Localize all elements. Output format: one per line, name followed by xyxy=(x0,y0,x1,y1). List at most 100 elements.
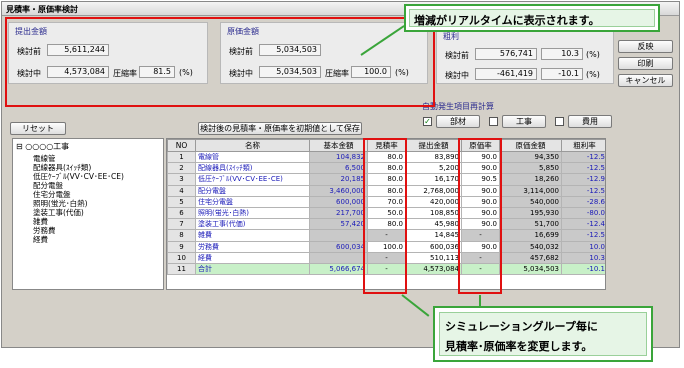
row-submit-amount: 14,845 xyxy=(405,229,462,242)
row-no: 6 xyxy=(167,206,196,220)
row-cost-rate[interactable]: - xyxy=(461,251,500,264)
row-submit-amount: 5,200 xyxy=(405,162,462,175)
table-row[interactable]: 9 労務費 600,034 100.0 600,036 90.0 540,032 10.0 xyxy=(167,240,605,253)
row-name: 塗装工事(代価) xyxy=(195,218,310,231)
row-cost-amount: 457,682 xyxy=(499,251,562,264)
table-row[interactable]: 7 塗装工事(代価) 57,420 80.0 45,980 90.0 51,700 -12.4 xyxy=(167,218,605,231)
row-cost-amount: 51,700 xyxy=(499,218,562,231)
row-est-rate[interactable]: 80.0 xyxy=(367,184,406,197)
recalc-material-button[interactable]: 部材 xyxy=(436,115,480,128)
row-base-amount: 217,700 xyxy=(309,206,368,220)
table-row[interactable]: 8 雑費 -14,845-16,699 -12.5 xyxy=(167,229,605,242)
row-est-rate[interactable]: - xyxy=(367,262,406,276)
submit-during-value: 4,573,084 xyxy=(47,66,109,78)
row-submit-amount: 16,170 xyxy=(405,173,462,186)
row-submit-amount: 600,036 xyxy=(405,240,462,253)
row-base-amount: 600,000 xyxy=(309,195,368,208)
submit-before-value: 5,611,244 xyxy=(47,44,109,56)
row-cost-rate[interactable]: 90.5 xyxy=(461,173,500,186)
row-est-rate[interactable]: 80.0 xyxy=(367,218,406,231)
profit-before-pct: 10.3 xyxy=(541,48,583,60)
row-est-rate[interactable]: 70.0 xyxy=(367,195,406,208)
row-no: 7 xyxy=(167,218,196,231)
recalc-expense-checkbox[interactable] xyxy=(555,117,564,126)
row-cost-rate[interactable]: 90.0 xyxy=(461,240,500,253)
print-button[interactable]: 印刷 xyxy=(618,57,673,70)
row-no: 8 xyxy=(167,229,196,242)
row-name: 合計 xyxy=(195,262,310,276)
save-initial-button[interactable]: 検討後の見積率・原価率を初期値として保存 xyxy=(198,122,362,135)
row-cost-rate[interactable]: - xyxy=(461,262,500,276)
table-row[interactable]: 10 経費 -510,113-457,682 10.3 xyxy=(167,251,605,264)
row-name: 配線器具(ｽｲｯﾁ類) xyxy=(195,162,310,175)
row-cost-rate[interactable]: 90.0 xyxy=(461,195,500,208)
row-cost-rate[interactable]: 90.0 xyxy=(461,184,500,197)
row-est-rate[interactable]: - xyxy=(367,229,406,242)
recalc-title: 自動発生項目再計算 xyxy=(422,102,494,111)
table-row[interactable]: 3 低圧ｹｰﾌﾞﾙ(VV･CV･EE･CE) 20,185 80.0 16,170 90.… xyxy=(167,173,605,186)
row-est-rate[interactable]: - xyxy=(367,251,406,264)
table-row[interactable]: 6 照明(蛍光･白熱) 217,700 50.0 108,850 90.0 195,930-… xyxy=(167,206,605,220)
top-callout-text: 増減がリアルタイムに表示されます。 xyxy=(414,14,600,27)
row-est-rate[interactable]: 80.0 xyxy=(367,173,406,186)
tree-collapse-icon[interactable]: ⊟ xyxy=(16,142,23,151)
row-name: 照明(蛍光･白熱) xyxy=(195,206,310,220)
row-est-rate[interactable]: 80.0 xyxy=(367,150,406,164)
tree-node[interactable]: 経費 xyxy=(33,234,48,245)
recalc-construction-button[interactable]: 工事 xyxy=(502,115,546,128)
row-est-rate[interactable]: 50.0 xyxy=(367,206,406,220)
profit-before-value: 576,741 xyxy=(475,48,537,60)
row-no: 4 xyxy=(167,184,196,197)
col-est-rate: 見積率 xyxy=(367,139,406,152)
table-row[interactable]: 5 住宅分電盤 600,000 70.0 420,000 90.0 540,000 -28.6 xyxy=(167,195,605,208)
recalc-expense-button[interactable]: 費用 xyxy=(568,115,612,128)
row-cost-rate[interactable]: 90.0 xyxy=(461,206,500,220)
apply-button[interactable]: 反映 xyxy=(618,40,673,53)
row-cost-rate[interactable]: 90.0 xyxy=(461,150,500,164)
row-est-rate[interactable]: 100.0 xyxy=(367,240,406,253)
col-cost: 原価金額 xyxy=(499,139,562,152)
row-name: 経費 xyxy=(195,251,310,264)
profit-during-unit: (%) xyxy=(586,70,600,79)
row-name: 電線管 xyxy=(195,150,310,164)
recalc-construction-checkbox[interactable] xyxy=(489,117,498,126)
row-cost-amount: 94,350 xyxy=(499,150,562,164)
row-base-amount xyxy=(309,229,368,242)
profit-during-pct: -10.1 xyxy=(541,68,583,80)
cost-during-label: 検討中 xyxy=(229,69,253,78)
group-tree[interactable]: ⊟ ○○○○工事 電線管 配線器具(ｽｲｯﾁ類) 低圧ｹｰﾌﾞﾙ(VV･CV･E… xyxy=(12,138,164,290)
col-no: NO xyxy=(167,139,196,152)
table-row[interactable]: 1 電線管 104,832 80.0 83,890 90.0 94,350 -12.5 xyxy=(167,150,605,164)
recalc-material-checkbox[interactable]: ✓ xyxy=(423,117,432,126)
row-name: 住宅分電盤 xyxy=(195,195,310,208)
row-cost-amount: 540,000 xyxy=(499,195,562,208)
row-est-rate[interactable]: 80.0 xyxy=(367,162,406,175)
submit-ratio-label: 圧縮率 xyxy=(113,69,137,78)
row-base-amount: 57,420 xyxy=(309,218,368,231)
tree-root[interactable]: ⊟ ○○○○工事 xyxy=(16,141,69,152)
table-row[interactable]: 2 配線器具(ｽｲｯﾁ類) 6,500 80.0 5,200 90.0 5,850 -12.5 xyxy=(167,162,605,175)
row-base-amount: 600,034 xyxy=(309,240,368,253)
row-cost-rate[interactable]: - xyxy=(461,229,500,242)
cost-ratio-unit: (%) xyxy=(395,68,409,77)
row-margin: -28.6 xyxy=(561,195,605,208)
top-callout: 増減がリアルタイムに表示されます。 xyxy=(404,4,660,32)
row-submit-amount: 108,850 xyxy=(405,206,462,220)
row-cost-amount: 16,699 xyxy=(499,229,562,242)
cancel-button[interactable]: キャンセル xyxy=(618,74,673,87)
row-cost-rate[interactable]: 90.0 xyxy=(461,218,500,231)
total-row[interactable]: 11 合計 5,066,674-4,573,084-5,034,503 -10.1 xyxy=(167,262,605,276)
bottom-callout-line2: 見積率･原価率を変更します。 xyxy=(445,340,593,353)
col-cost-rate: 原価率 xyxy=(461,139,500,152)
reset-button[interactable]: リセット xyxy=(10,122,66,135)
row-margin: -80.0 xyxy=(561,206,605,220)
row-cost-amount: 18,260 xyxy=(499,173,562,186)
row-margin: -12.5 xyxy=(561,162,605,175)
row-base-amount: 20,185 xyxy=(309,173,368,186)
row-cost-amount: 5,034,503 xyxy=(499,262,562,276)
submit-before-label: 検討前 xyxy=(17,47,41,56)
row-submit-amount: 4,573,084 xyxy=(405,262,462,276)
row-margin: -12.9 xyxy=(561,173,605,186)
row-cost-rate[interactable]: 90.0 xyxy=(461,162,500,175)
table-row[interactable]: 4 配分電盤 3,460,000 80.0 2,768,000 90.0 3,114,000… xyxy=(167,184,605,197)
